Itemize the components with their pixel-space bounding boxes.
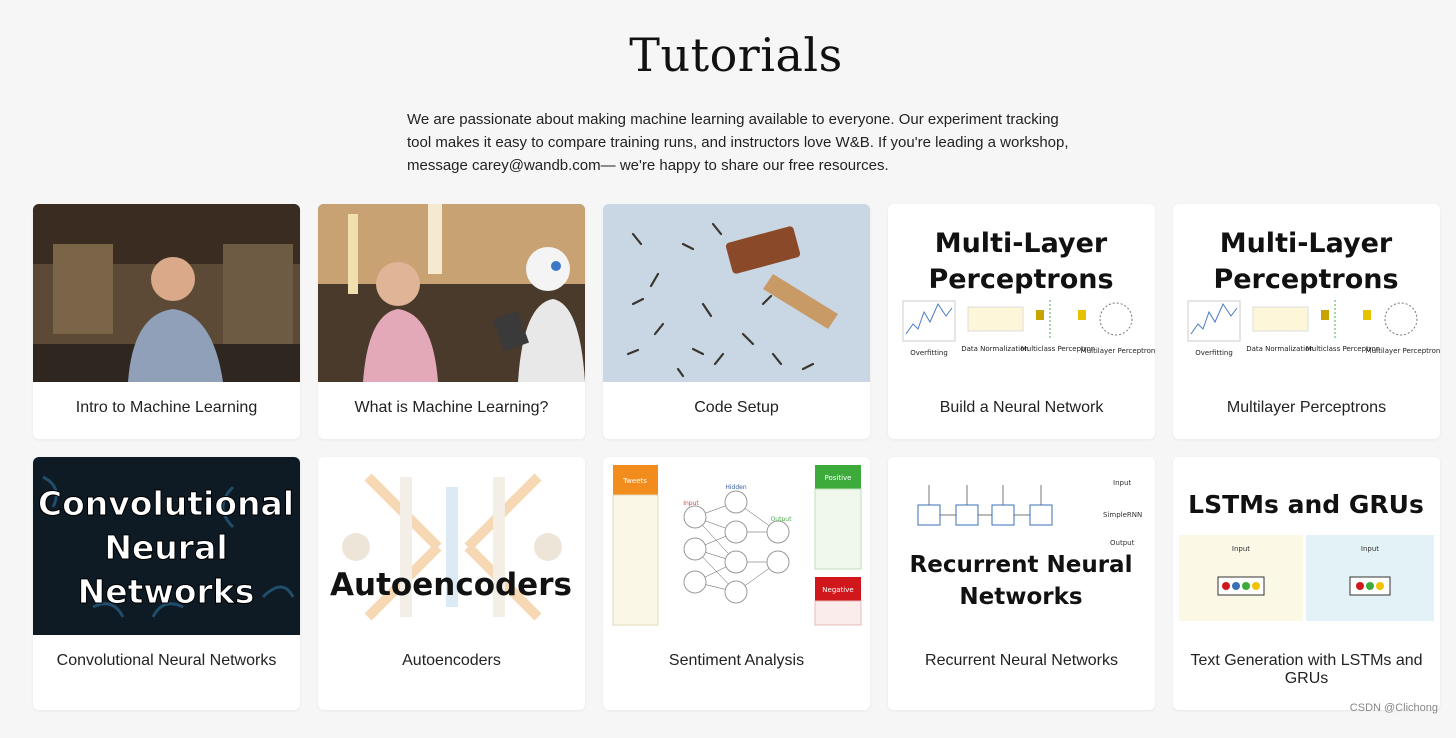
thumbnail-hammer-and-nails	[603, 204, 870, 382]
thumbnail-title-line-1: Recurrent Neural	[910, 552, 1133, 578]
thumbnail-label-negative: Negative	[822, 586, 853, 594]
thumbnail-caption: Data Normalization	[961, 345, 1029, 353]
thumbnail-label-simplernn: SimpleRNN	[1103, 511, 1142, 519]
page-title: Tutorials	[629, 28, 843, 82]
thumbnail-label-input: Input	[1361, 545, 1379, 553]
thumbnail-title-line-1: Convolutional	[38, 484, 294, 523]
card-title[interactable]: Recurrent Neural Networks	[898, 652, 1145, 670]
thumbnail-multilayer-perceptrons: Multi-Layer Perceptrons Overfitting Data…	[1173, 204, 1440, 382]
thumbnail-sentiment-analysis: Tweets Input Hidden Output Positive Nega…	[603, 457, 870, 635]
thumbnail-label-hidden: Hidden	[725, 484, 746, 491]
tutorial-card-multilayer-perceptrons[interactable]: Multi-Layer Perceptrons Overfitting Data…	[1173, 204, 1440, 439]
thumbnail-title-line-2: Neural	[104, 528, 227, 567]
thumbnail-title-line-2: Networks	[959, 584, 1082, 610]
card-title[interactable]: Autoencoders	[328, 652, 575, 670]
thumbnail-recurrent-neural-networks: Input SimpleRNN Output Recurrent Neural …	[888, 457, 1155, 635]
card-title[interactable]: Text Generation with LSTMs and GRUs	[1183, 652, 1430, 688]
card-title[interactable]: What is Machine Learning?	[328, 399, 575, 417]
thumbnail-label-output: Output	[1110, 539, 1135, 547]
thumbnail-caption: Overfitting	[910, 349, 948, 357]
thumbnail-title-line-2: Perceptrons	[1213, 264, 1398, 295]
thumbnail-convolutional-neural-networks: Convolutional Neural Networks	[33, 457, 300, 635]
thumbnail-man-in-lab	[33, 204, 300, 382]
thumbnail-caption: Multilayer Perceptron	[1366, 347, 1440, 355]
thumbnail-title-line-1: Multi-Layer	[935, 228, 1108, 259]
tutorial-card-rnn[interactable]: Input SimpleRNN Output Recurrent Neural …	[888, 457, 1155, 710]
tutorial-card-what-is-ml[interactable]: What is Machine Learning?	[318, 204, 585, 439]
thumbnail-label-tweets: Tweets	[622, 477, 647, 485]
thumbnail-caption: Data Normalization	[1246, 345, 1314, 353]
tutorial-card-build-neural-network[interactable]: Multi-Layer Perceptrons Overfitting Data…	[888, 204, 1155, 439]
thumbnail-multilayer-perceptrons: Multi-Layer Perceptrons Overfitting Data…	[888, 204, 1155, 382]
thumbnail-label-input: Input	[1113, 479, 1131, 487]
thumbnail-title: LSTMs and GRUs	[1188, 490, 1424, 519]
card-title[interactable]: Sentiment Analysis	[613, 652, 860, 670]
thumbnail-label-input: Input	[1232, 545, 1250, 553]
watermark: CSDN @Clichong	[1349, 702, 1438, 714]
thumbnail-caption: Overfitting	[1195, 349, 1233, 357]
card-title[interactable]: Build a Neural Network	[898, 399, 1145, 417]
thumbnail-title-line-3: Networks	[78, 572, 255, 611]
thumbnail-caption: Multilayer Perceptron	[1081, 347, 1155, 355]
tutorial-card-autoencoders[interactable]: Autoencoders Autoencoders	[318, 457, 585, 710]
thumbnail-title-line-1: Multi-Layer	[1220, 228, 1393, 259]
thumbnail-autoencoders: Autoencoders	[318, 457, 585, 635]
thumbnail-title: Autoencoders	[330, 567, 572, 603]
tutorial-card-code-setup[interactable]: Code Setup	[603, 204, 870, 439]
card-title[interactable]: Convolutional Neural Networks	[43, 652, 290, 670]
tutorial-card-lstm-gru[interactable]: LSTMs and GRUs Input Input Text Generati…	[1173, 457, 1440, 710]
thumbnail-girl-and-robot	[318, 204, 585, 382]
card-title[interactable]: Intro to Machine Learning	[43, 399, 290, 417]
thumbnail-lstms-and-grus: LSTMs and GRUs Input Input	[1173, 457, 1440, 635]
intro-paragraph: We are passionate about making machine l…	[407, 111, 1069, 174]
tutorial-card-cnn[interactable]: Convolutional Neural Networks Convolutio…	[33, 457, 300, 710]
tutorial-card-sentiment-analysis[interactable]: Tweets Input Hidden Output Positive Nega…	[603, 457, 870, 710]
thumbnail-title-line-2: Perceptrons	[928, 264, 1113, 295]
tutorial-card-intro-ml[interactable]: Intro to Machine Learning	[33, 204, 300, 439]
card-title[interactable]: Multilayer Perceptrons	[1183, 399, 1430, 417]
thumbnail-label-positive: Positive	[825, 474, 852, 482]
card-title[interactable]: Code Setup	[613, 399, 860, 417]
